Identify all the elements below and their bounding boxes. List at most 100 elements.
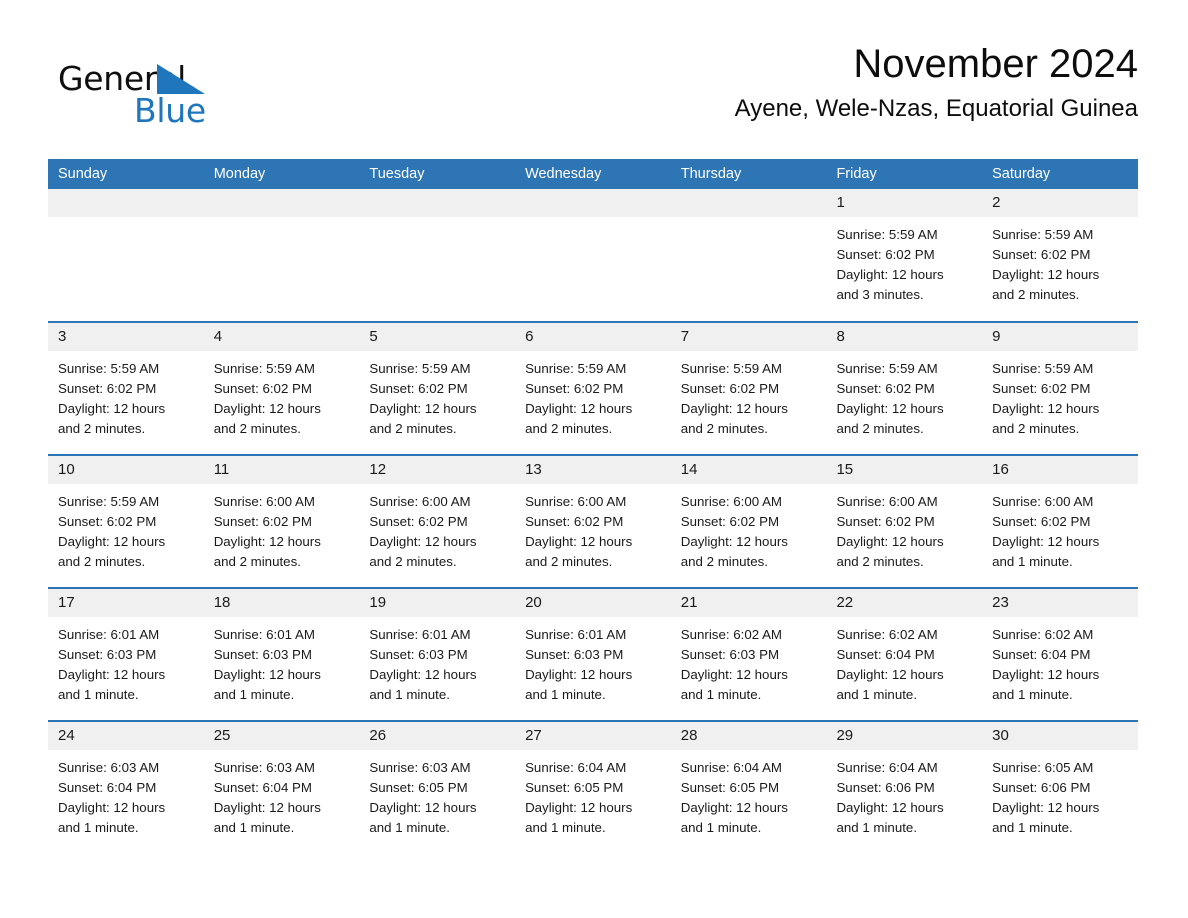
day-number: 26 bbox=[359, 722, 516, 750]
calendar-week-row: 17 Sunrise: 6:01 AM Sunset: 6:03 PM Dayligh… bbox=[48, 587, 1138, 721]
day-info-sunrise: Sunrise: 5:59 AM bbox=[525, 361, 627, 376]
day-info-daylight-line2: and 2 minutes. bbox=[836, 554, 924, 569]
day-info-daylight-line2: and 2 minutes. bbox=[213, 554, 301, 569]
calendar-day-cell[interactable]: 12 Sunrise: 6:00 AM Sunset: 6:02 PM Dayligh… bbox=[359, 454, 516, 588]
calendar-day-cell[interactable]: 10 Sunrise: 5:59 AM Sunset: 6:02 PM Dayligh… bbox=[48, 454, 204, 588]
calendar-day-cell[interactable]: 1 Sunrise: 5:59 AM Sunset: 6:02 PM Daylight… bbox=[826, 189, 983, 322]
weekday-header-wednesday: Wednesday bbox=[515, 159, 671, 189]
day-info-daylight-line1: Daylight: 12 hours bbox=[992, 267, 1100, 282]
day-info-sunset: Sunset: 6:02 PM bbox=[992, 247, 1091, 262]
day-info-daylight-line1: Daylight: 12 hours bbox=[58, 800, 166, 815]
day-info-daylight-line2: and 1 minute. bbox=[992, 554, 1073, 569]
day-info: Sunrise: 6:03 AM Sunset: 6:04 PM Daylight:… bbox=[204, 750, 360, 838]
calendar-day-cell[interactable]: 20 Sunrise: 6:01 AM Sunset: 6:03 PM Dayligh… bbox=[515, 587, 671, 721]
day-info-sunset: Sunset: 6:03 PM bbox=[525, 647, 624, 662]
calendar-day-cell[interactable]: 4 Sunrise: 5:59 AM Sunset: 6:02 PM Daylight… bbox=[203, 321, 360, 455]
calendar-day-cell[interactable]: 27 Sunrise: 6:04 AM Sunset: 6:05 PM Dayligh… bbox=[515, 720, 671, 854]
brand-logo[interactable]: General Blue bbox=[58, 52, 278, 132]
day-info-daylight-line2: and 2 minutes. bbox=[525, 554, 613, 569]
calendar-day-cell[interactable]: 18 Sunrise: 6:01 AM Sunset: 6:03 PM Dayligh… bbox=[203, 587, 360, 721]
calendar-day-cell[interactable]: 9 Sunrise: 5:59 AM Sunset: 6:02 PM Daylight… bbox=[982, 321, 1138, 455]
day-number bbox=[515, 189, 671, 217]
day-info-daylight-line1: Daylight: 12 hours bbox=[836, 800, 944, 815]
weekday-header-sunday: Sunday bbox=[48, 159, 204, 189]
calendar-day-cell[interactable]: 2 Sunrise: 5:59 AM Sunset: 6:02 PM Daylight… bbox=[982, 189, 1138, 322]
day-info-daylight-line2: and 2 minutes. bbox=[369, 421, 457, 436]
day-info-daylight-line2: and 2 minutes. bbox=[992, 421, 1080, 436]
day-info-sunrise: Sunrise: 6:02 AM bbox=[992, 627, 1094, 642]
calendar-day-cell[interactable]: 14 Sunrise: 6:00 AM Sunset: 6:02 PM Dayligh… bbox=[670, 454, 827, 588]
calendar-day-cell[interactable]: 7 Sunrise: 5:59 AM Sunset: 6:02 PM Daylight… bbox=[670, 321, 827, 455]
day-info: Sunrise: 6:02 AM Sunset: 6:04 PM Daylight:… bbox=[982, 617, 1138, 705]
day-info-sunset: Sunset: 6:02 PM bbox=[836, 381, 935, 396]
day-info-sunset: Sunset: 6:04 PM bbox=[992, 647, 1091, 662]
day-info: Sunrise: 5:59 AM Sunset: 6:02 PM Daylight:… bbox=[982, 351, 1138, 439]
day-info-sunrise: Sunrise: 6:03 AM bbox=[58, 760, 160, 775]
calendar-day-cell[interactable]: 3 Sunrise: 5:59 AM Sunset: 6:02 PM Daylight… bbox=[48, 321, 204, 455]
day-info-sunrise: Sunrise: 5:59 AM bbox=[992, 361, 1094, 376]
day-info-sunrise: Sunrise: 5:59 AM bbox=[369, 361, 471, 376]
calendar-day-cell[interactable]: 29 Sunrise: 6:04 AM Sunset: 6:06 PM Dayligh… bbox=[826, 720, 983, 854]
calendar-day-cell[interactable]: 21 Sunrise: 6:02 AM Sunset: 6:03 PM Dayligh… bbox=[670, 587, 827, 721]
calendar-day-cell[interactable]: 24 Sunrise: 6:03 AM Sunset: 6:04 PM Dayligh… bbox=[48, 720, 204, 854]
day-info-daylight-line1: Daylight: 12 hours bbox=[369, 667, 477, 682]
day-number: 23 bbox=[982, 589, 1138, 617]
day-info: Sunrise: 5:59 AM Sunset: 6:02 PM Daylight:… bbox=[826, 217, 982, 305]
page-subtitle: Ayene, Wele-Nzas, Equatorial Guinea bbox=[734, 95, 1138, 122]
day-info-sunset: Sunset: 6:02 PM bbox=[525, 381, 624, 396]
calendar-day-cell[interactable]: 19 Sunrise: 6:01 AM Sunset: 6:03 PM Dayligh… bbox=[359, 587, 516, 721]
calendar-day-cell[interactable]: 25 Sunrise: 6:03 AM Sunset: 6:04 PM Dayligh… bbox=[203, 720, 360, 854]
day-info-daylight-line1: Daylight: 12 hours bbox=[680, 534, 788, 549]
day-info-daylight-line1: Daylight: 12 hours bbox=[58, 534, 166, 549]
day-info-sunset: Sunset: 6:02 PM bbox=[213, 514, 312, 529]
day-info-sunset: Sunset: 6:06 PM bbox=[836, 780, 935, 795]
day-number: 8 bbox=[826, 323, 983, 351]
calendar-day-cell[interactable]: 5 Sunrise: 5:59 AM Sunset: 6:02 PM Daylight… bbox=[359, 321, 516, 455]
day-info-daylight-line2: and 2 minutes. bbox=[992, 287, 1080, 302]
calendar-day-cell[interactable]: 13 Sunrise: 6:00 AM Sunset: 6:02 PM Dayligh… bbox=[515, 454, 671, 588]
day-info-daylight-line1: Daylight: 12 hours bbox=[680, 800, 788, 815]
day-info-sunrise: Sunrise: 6:01 AM bbox=[525, 627, 627, 642]
day-info: Sunrise: 6:01 AM Sunset: 6:03 PM Daylight:… bbox=[359, 617, 515, 705]
day-info-sunrise: Sunrise: 6:03 AM bbox=[213, 760, 315, 775]
calendar-day-cell[interactable]: 28 Sunrise: 6:04 AM Sunset: 6:05 PM Dayligh… bbox=[670, 720, 827, 854]
day-info-daylight-line1: Daylight: 12 hours bbox=[836, 534, 944, 549]
calendar-day-cell[interactable]: 15 Sunrise: 6:00 AM Sunset: 6:02 PM Dayligh… bbox=[826, 454, 983, 588]
day-info-daylight-line1: Daylight: 12 hours bbox=[836, 667, 944, 682]
day-info-sunrise: Sunrise: 5:59 AM bbox=[836, 361, 938, 376]
day-info-sunset: Sunset: 6:06 PM bbox=[992, 780, 1091, 795]
calendar-day-cell[interactable]: 11 Sunrise: 6:00 AM Sunset: 6:02 PM Dayligh… bbox=[203, 454, 360, 588]
calendar-day-cell[interactable]: 22 Sunrise: 6:02 AM Sunset: 6:04 PM Dayligh… bbox=[826, 587, 983, 721]
day-info-sunrise: Sunrise: 5:59 AM bbox=[992, 227, 1094, 242]
day-number: 9 bbox=[982, 323, 1138, 351]
day-number: 2 bbox=[982, 189, 1138, 217]
calendar-day-cell[interactable]: 6 Sunrise: 5:59 AM Sunset: 6:02 PM Daylight… bbox=[515, 321, 671, 455]
calendar-day-cell[interactable]: 30 Sunrise: 6:05 AM Sunset: 6:06 PM Dayligh… bbox=[982, 720, 1138, 854]
day-number: 10 bbox=[48, 456, 204, 484]
day-info: Sunrise: 5:59 AM Sunset: 6:02 PM Daylight:… bbox=[359, 351, 515, 439]
calendar-day-cell-empty bbox=[203, 189, 360, 322]
day-info-daylight-line2: and 1 minute. bbox=[369, 687, 450, 702]
day-number bbox=[359, 189, 516, 217]
day-info-sunrise: Sunrise: 5:59 AM bbox=[836, 227, 938, 242]
day-info-daylight-line1: Daylight: 12 hours bbox=[836, 401, 944, 416]
calendar-day-cell[interactable]: 17 Sunrise: 6:01 AM Sunset: 6:03 PM Dayligh… bbox=[48, 587, 204, 721]
day-info-daylight-line1: Daylight: 12 hours bbox=[992, 667, 1100, 682]
page-title: November 2024 bbox=[853, 42, 1138, 86]
day-info-sunrise: Sunrise: 5:59 AM bbox=[680, 361, 783, 376]
day-info-daylight-line1: Daylight: 12 hours bbox=[992, 401, 1100, 416]
calendar-day-cell[interactable]: 23 Sunrise: 6:02 AM Sunset: 6:04 PM Dayligh… bbox=[982, 587, 1138, 721]
day-info-daylight-line1: Daylight: 12 hours bbox=[369, 401, 477, 416]
calendar-day-cell-empty bbox=[515, 189, 671, 322]
day-info-sunrise: Sunrise: 6:02 AM bbox=[680, 627, 783, 642]
day-info-daylight-line1: Daylight: 12 hours bbox=[213, 667, 321, 682]
day-info: Sunrise: 6:01 AM Sunset: 6:03 PM Daylight:… bbox=[48, 617, 204, 705]
day-info-daylight-line1: Daylight: 12 hours bbox=[213, 401, 321, 416]
weekday-header-row: Sunday Monday Tuesday Wednesday Thursday… bbox=[48, 159, 1138, 189]
calendar-day-cell[interactable]: 16 Sunrise: 6:00 AM Sunset: 6:02 PM Dayligh… bbox=[982, 454, 1138, 588]
day-number: 18 bbox=[203, 589, 360, 617]
calendar-day-cell[interactable]: 8 Sunrise: 5:59 AM Sunset: 6:02 PM Daylight… bbox=[826, 321, 983, 455]
day-info-daylight-line1: Daylight: 12 hours bbox=[525, 800, 633, 815]
calendar-day-cell[interactable]: 26 Sunrise: 6:03 AM Sunset: 6:05 PM Dayligh… bbox=[359, 720, 516, 854]
day-info: Sunrise: 6:01 AM Sunset: 6:03 PM Daylight:… bbox=[204, 617, 360, 705]
